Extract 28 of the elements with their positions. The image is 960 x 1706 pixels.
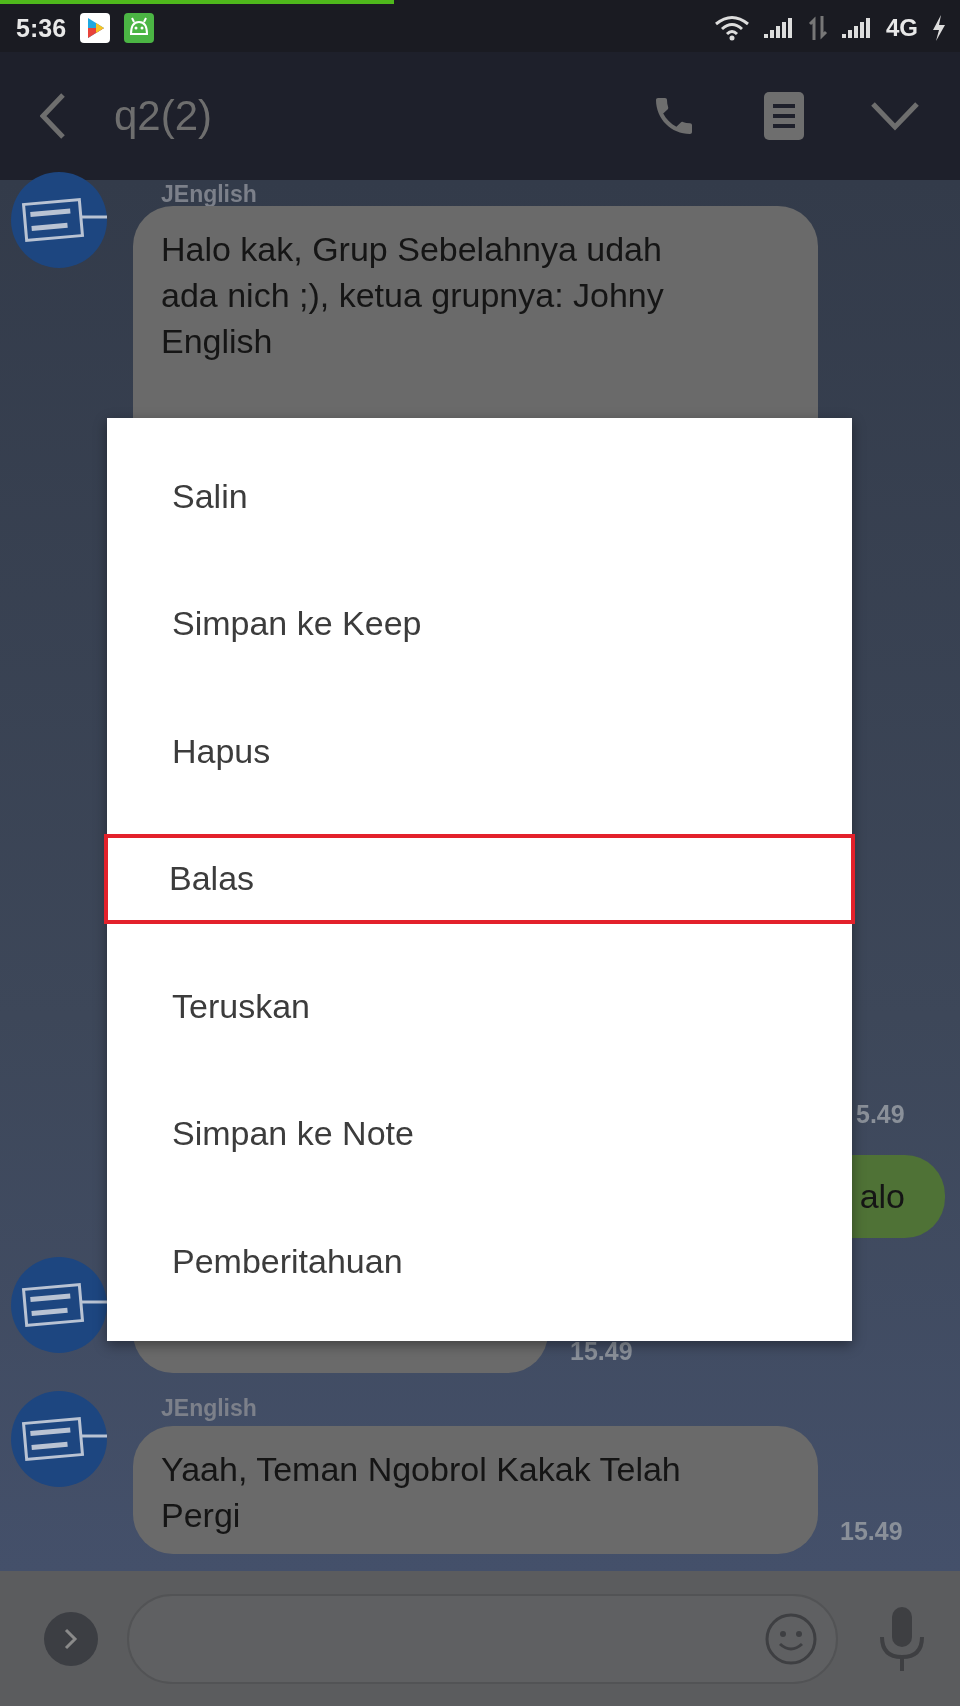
chat-title: q2(2)	[114, 92, 214, 140]
bolt-icon	[932, 15, 946, 41]
menu-item[interactable]: Salin	[107, 451, 852, 541]
clock: 5:36	[16, 13, 67, 43]
signal-icon	[764, 18, 794, 38]
data-arrows-icon	[808, 16, 828, 40]
menu-item[interactable]: Simpan ke Keep	[107, 578, 852, 669]
menu-item[interactable]: Simpan ke Note	[107, 1088, 852, 1179]
wifi-icon	[714, 15, 750, 41]
message-time: 15.49	[570, 1337, 633, 1366]
expand-button[interactable]	[44, 1611, 98, 1666]
chevron-down-icon[interactable]	[870, 101, 920, 131]
robot-icon	[124, 13, 155, 43]
back-icon[interactable]	[40, 93, 66, 139]
chevron-right-icon	[63, 1626, 79, 1651]
document-icon[interactable]	[764, 92, 804, 140]
signal-icon	[842, 18, 872, 38]
network-type: 4G	[886, 14, 918, 42]
menu-item[interactable]: Teruskan	[107, 961, 852, 1052]
sender-name: JEnglish	[161, 182, 258, 206]
message-time: 5.49	[856, 1101, 906, 1127]
emoji-icon[interactable]	[764, 1611, 818, 1666]
menu-item[interactable]: Balas	[104, 833, 855, 924]
message-bubble: Yaah, Teman Ngobrol Kakak Telah Pergi	[133, 1426, 818, 1554]
message-time: 15.49	[840, 1517, 903, 1546]
menu-item[interactable]: Pemberitahuan	[107, 1216, 852, 1307]
sender-name: JEnglish	[161, 1396, 258, 1420]
menu-item[interactable]: Hapus	[107, 706, 852, 797]
